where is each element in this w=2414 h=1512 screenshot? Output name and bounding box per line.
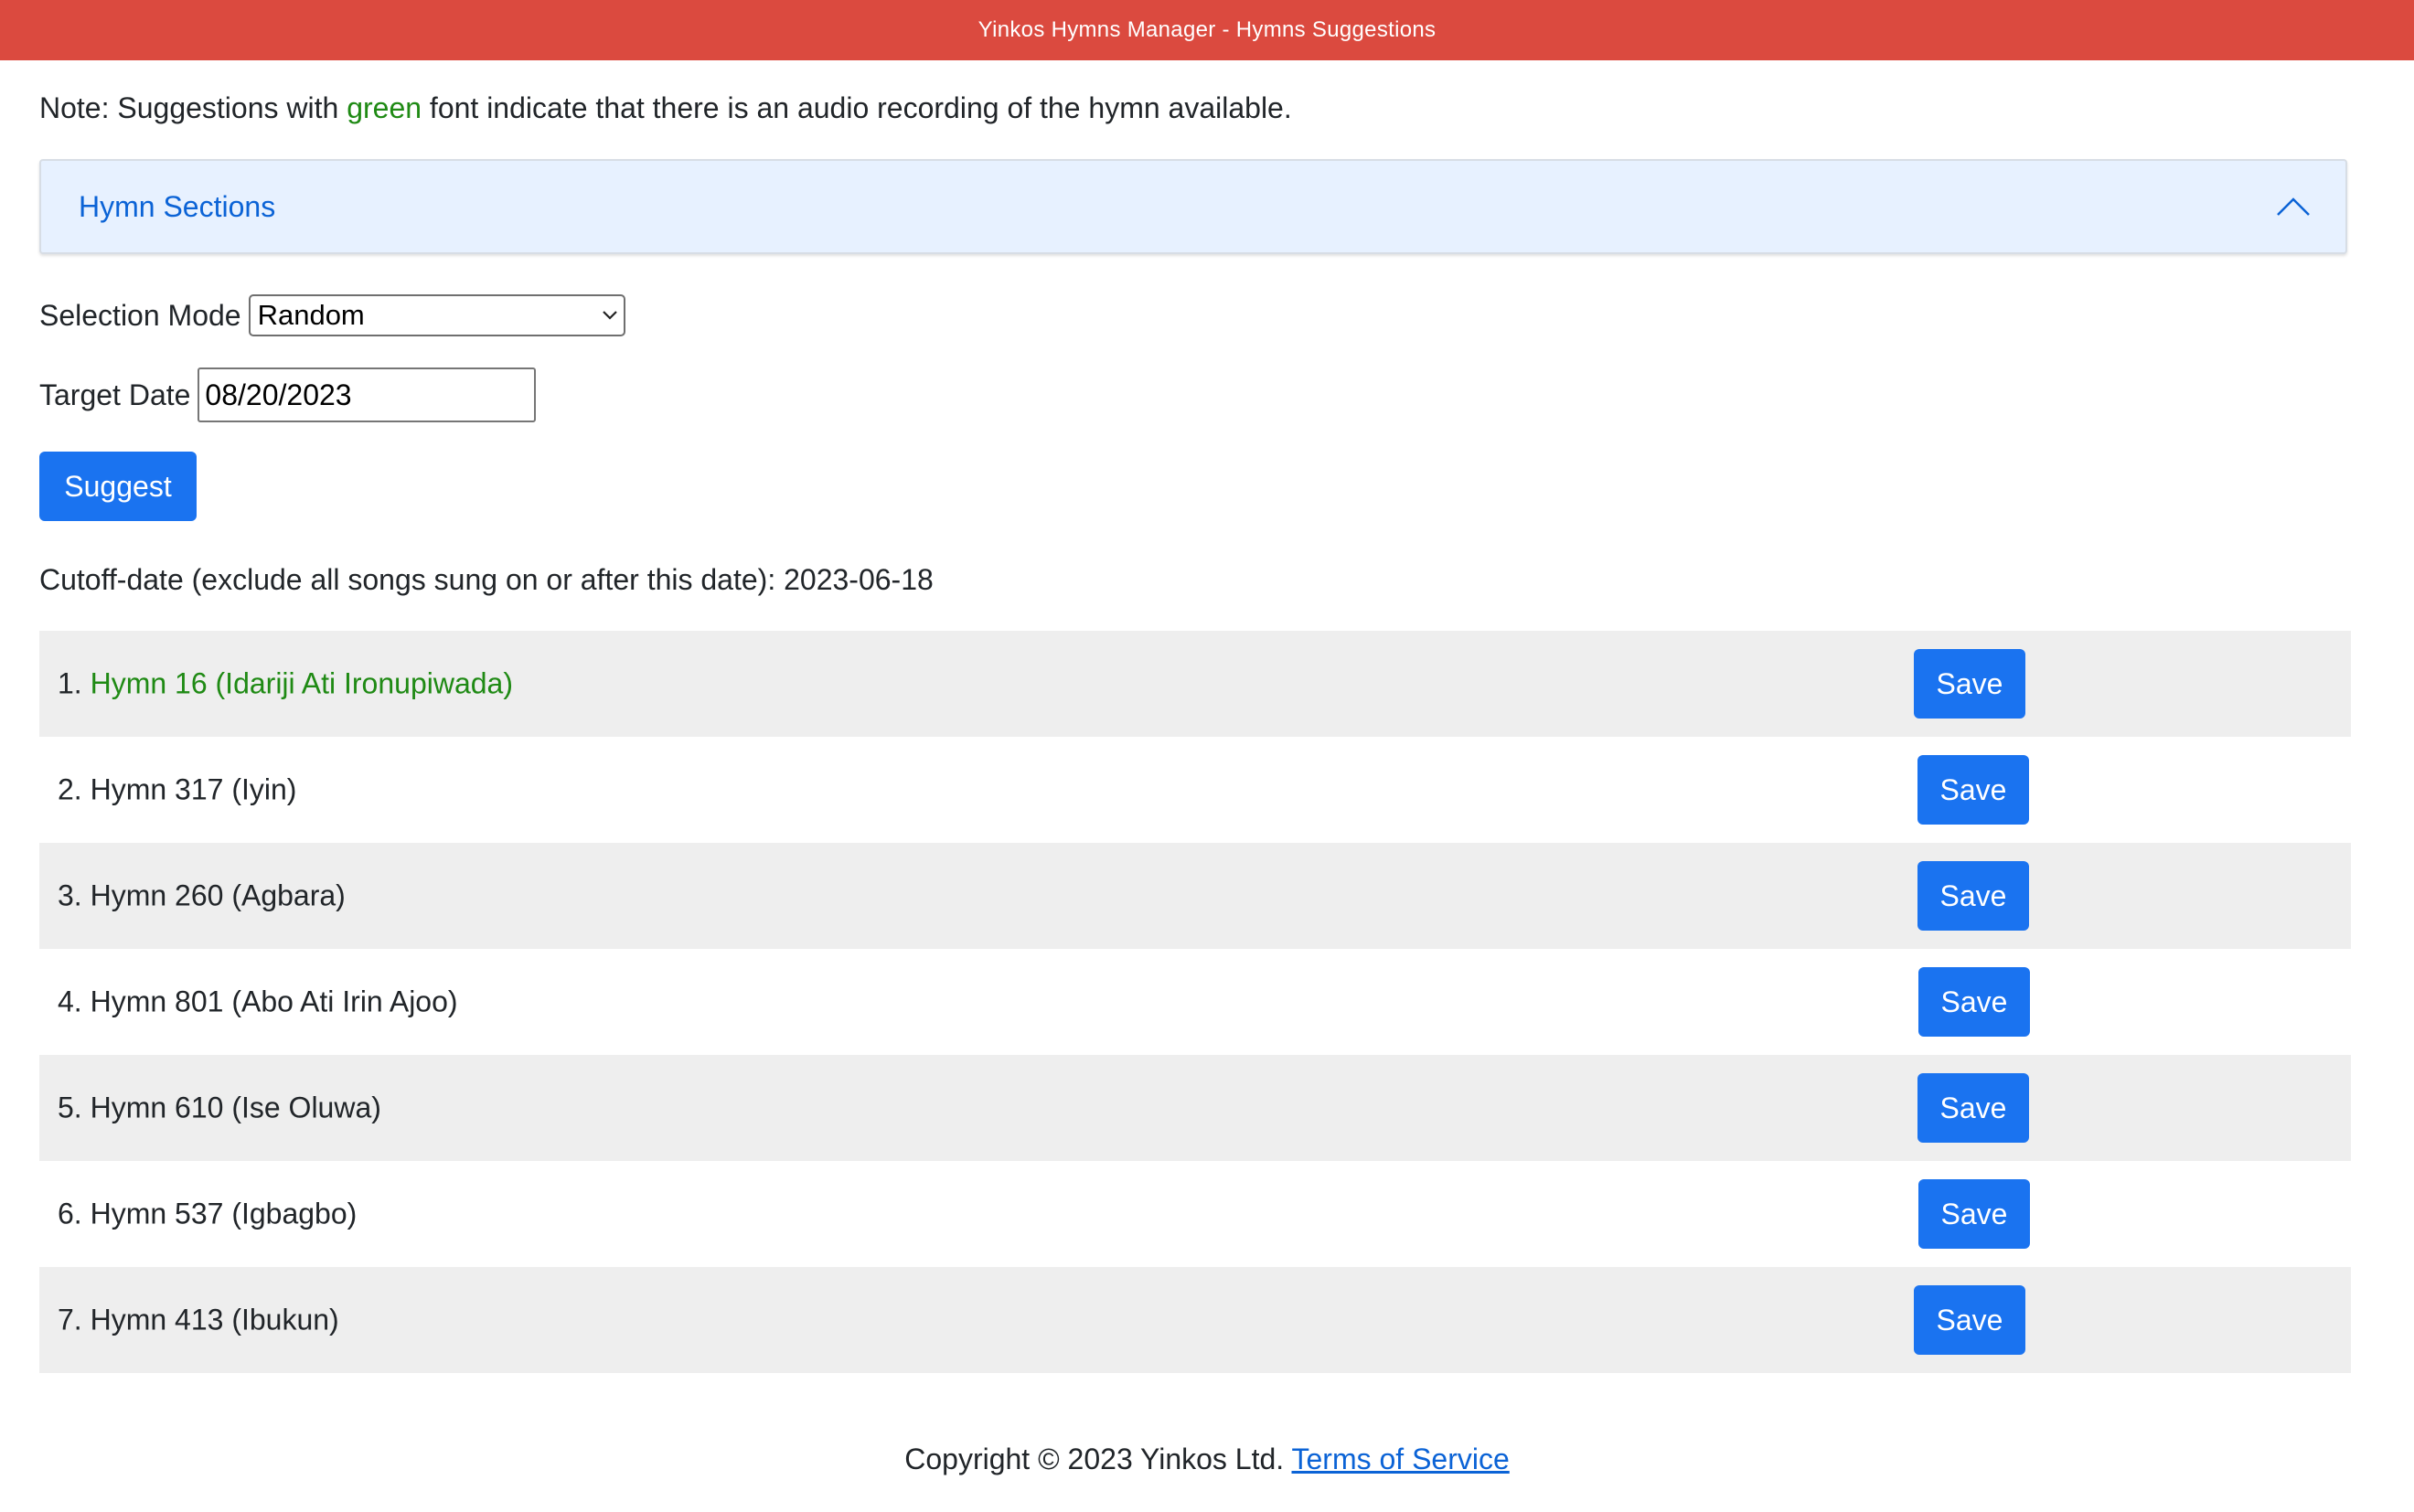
suggestion-text: 2. Hymn 317 (Iyin) xyxy=(58,773,296,807)
note-highlight: green xyxy=(347,91,422,124)
suggest-button[interactable]: Suggest xyxy=(39,452,197,521)
app-title: Yinkos Hymns Manager - Hymns Suggestions xyxy=(977,17,1437,42)
suggestion-number: 7. xyxy=(58,1303,82,1336)
suggestion-number: 4. xyxy=(58,985,82,1018)
suggestion-text: 5. Hymn 610 (Ise Oluwa) xyxy=(58,1091,381,1125)
target-date-label: Target Date xyxy=(39,378,191,411)
list-item: 2. Hymn 317 (Iyin) Save xyxy=(39,737,2351,843)
copyright-text: Copyright © 2023 Yinkos Ltd. xyxy=(904,1443,1285,1475)
list-item: 1. Hymn 16 (Idariji Ati Ironupiwada) Sav… xyxy=(39,631,2351,737)
suggestion-title: Hymn 260 (Agbara) xyxy=(90,878,346,912)
suggestion-text: 6. Hymn 537 (Igbagbo) xyxy=(58,1198,357,1231)
suggestion-number: 3. xyxy=(58,878,82,912)
target-date-input[interactable] xyxy=(198,367,537,422)
suggestion-text: 7. Hymn 413 (Ibukun) xyxy=(58,1304,339,1337)
chevron-up-icon[interactable] xyxy=(2276,197,2311,217)
suggestion-text: 1. Hymn 16 (Idariji Ati Ironupiwada) xyxy=(58,667,513,701)
suggestion-title: Hymn 801 (Abo Ati Irin Ajoo) xyxy=(90,985,458,1018)
suggestion-number: 1. xyxy=(58,666,82,700)
chevron-down-icon xyxy=(602,310,618,321)
top-header-bar: Yinkos Hymns Manager - Hymns Suggestions xyxy=(0,0,2414,60)
terms-of-service-link[interactable]: Terms of Service xyxy=(1291,1443,1509,1475)
list-item: 5. Hymn 610 (Ise Oluwa) Save xyxy=(39,1055,2351,1161)
suggestion-text: 3. Hymn 260 (Agbara) xyxy=(58,879,346,913)
suggestion-number: 6. xyxy=(58,1197,82,1230)
suggestions-list: 1. Hymn 16 (Idariji Ati Ironupiwada) Sav… xyxy=(39,631,2351,1373)
save-button[interactable]: Save xyxy=(1917,1073,2029,1143)
suggestion-title: Hymn 537 (Igbagbo) xyxy=(90,1197,358,1230)
cutoff-date-text: Cutoff-date (exclude all songs sung on o… xyxy=(39,563,934,596)
list-item: 7. Hymn 413 (Ibukun) Save xyxy=(39,1267,2351,1373)
save-button[interactable]: Save xyxy=(1917,755,2029,825)
suggestion-title: Hymn 610 (Ise Oluwa) xyxy=(90,1091,381,1124)
selection-mode-select[interactable]: Random xyxy=(248,294,625,336)
suggestion-number: 5. xyxy=(58,1091,82,1124)
audio-note: Note: Suggestions with green font indica… xyxy=(39,88,1292,128)
accordion-title: Hymn Sections xyxy=(79,189,276,223)
list-item: 6. Hymn 537 (Igbagbo) Save xyxy=(39,1161,2351,1267)
save-button[interactable]: Save xyxy=(1918,967,2030,1037)
save-button[interactable]: Save xyxy=(1914,649,2025,719)
suggestion-title: Hymn 16 (Idariji Ati Ironupiwada) xyxy=(90,666,513,700)
selection-mode-label: Selection Mode xyxy=(39,298,241,332)
suggestion-number: 2. xyxy=(58,772,82,806)
suggestion-text: 4. Hymn 801 (Abo Ati Irin Ajoo) xyxy=(58,985,458,1019)
suggestion-title: Hymn 413 (Ibukun) xyxy=(90,1303,339,1336)
save-button[interactable]: Save xyxy=(1917,861,2029,931)
footer: Copyright © 2023 Yinkos Ltd. Terms of Se… xyxy=(0,1439,2414,1479)
suggestion-title: Hymn 317 (Iyin) xyxy=(90,772,297,806)
hymn-sections-accordion[interactable]: Hymn Sections xyxy=(39,159,2347,254)
note-prefix: Note: Suggestions with xyxy=(39,91,347,124)
selection-mode-row: Selection Mode Random xyxy=(39,294,625,336)
target-date-row: Target Date xyxy=(39,367,537,422)
note-suffix: font indicate that there is an audio rec… xyxy=(422,91,1292,124)
save-button[interactable]: Save xyxy=(1914,1285,2025,1355)
list-item: 4. Hymn 801 (Abo Ati Irin Ajoo) Save xyxy=(39,949,2351,1055)
selection-mode-value: Random xyxy=(257,299,365,331)
list-item: 3. Hymn 260 (Agbara) Save xyxy=(39,843,2351,949)
save-button[interactable]: Save xyxy=(1918,1179,2030,1249)
